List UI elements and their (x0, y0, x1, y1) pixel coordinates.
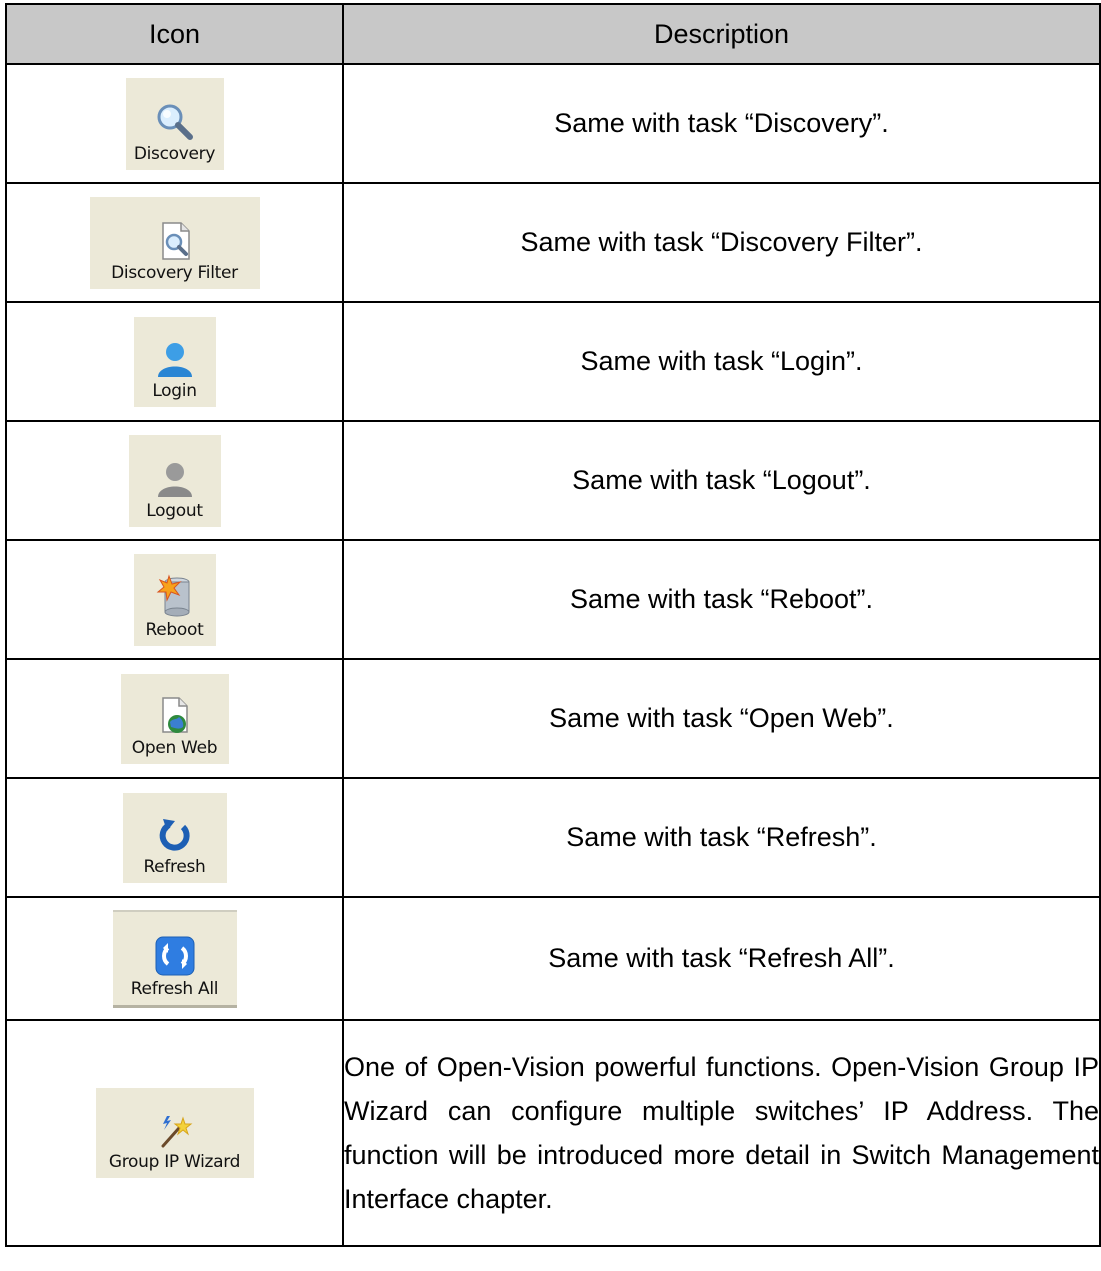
description-cell: Same with task “Reboot”. (342, 539, 1101, 660)
logout-label: Logout (146, 500, 203, 521)
reboot-button[interactable]: Reboot (133, 553, 216, 646)
description-cell: Same with task “Login”. (342, 301, 1101, 422)
open-web-button[interactable]: Open Web (120, 673, 229, 764)
description-cell: Same with task “Discovery”. (342, 63, 1101, 184)
description-cell: Same with task “Discovery Filter”. (342, 182, 1101, 303)
reboot-icon (155, 573, 195, 618)
open-web-icon (157, 696, 193, 736)
table-row: Logout Same with task “Logout”. (5, 420, 1101, 541)
table-row: Reboot Same with task “Reboot”. (5, 539, 1101, 660)
refresh-all-button[interactable]: Refresh All (112, 909, 237, 1008)
reboot-label: Reboot (145, 619, 204, 640)
table-row: Refresh All Same with task “Refresh All”… (5, 896, 1101, 1021)
discovery-icon (155, 102, 195, 142)
discovery-button[interactable]: Discovery (125, 77, 224, 170)
refresh-label: Refresh (143, 856, 206, 877)
table-row: Open Web Same with task “Open Web”. (5, 658, 1101, 779)
table-row: Discovery Same with task “Discovery”. (5, 63, 1101, 184)
discovery-filter-label: Discovery Filter (111, 262, 238, 283)
logout-user-icon (155, 459, 195, 499)
refresh-all-icon (154, 935, 196, 977)
description-cell: Same with task “Open Web”. (342, 658, 1101, 779)
discovery-filter-button[interactable]: Discovery Filter (89, 196, 260, 289)
refresh-all-label: Refresh All (130, 978, 219, 999)
login-button[interactable]: Login (133, 316, 216, 407)
discovery-label: Discovery (133, 143, 216, 164)
group-ip-wizard-button[interactable]: Group IP Wizard (95, 1088, 254, 1178)
logout-button[interactable]: Logout (128, 434, 221, 527)
table-header-row: Icon Description (5, 3, 1101, 65)
description-cell: One of Open-Vision powerful functions. O… (342, 1019, 1101, 1247)
login-user-icon (155, 339, 195, 379)
table-row: Group IP Wizard One of Open-Vision power… (5, 1019, 1101, 1247)
discovery-filter-icon (157, 221, 193, 261)
description-cell: Same with task “Refresh”. (342, 777, 1101, 898)
group-ip-wizard-label: Group IP Wizard (108, 1152, 241, 1172)
table-row: Discovery Filter Same with task “Discove… (5, 182, 1101, 303)
description-cell: Same with task “Refresh All”. (342, 896, 1101, 1021)
refresh-icon (155, 815, 195, 855)
header-icon: Icon (5, 3, 344, 65)
login-label: Login (152, 380, 197, 401)
table-row: Refresh Same with task “Refresh”. (5, 777, 1101, 898)
open-web-label: Open Web (131, 737, 218, 758)
group-ip-wizard-icon (155, 1114, 195, 1150)
refresh-button[interactable]: Refresh (122, 792, 227, 883)
header-description: Description (342, 3, 1101, 65)
description-cell: Same with task “Logout”. (342, 420, 1101, 541)
icon-description-table: Icon Description Discovery Same with tas… (5, 3, 1101, 1247)
table-row: Login Same with task “Login”. (5, 301, 1101, 422)
